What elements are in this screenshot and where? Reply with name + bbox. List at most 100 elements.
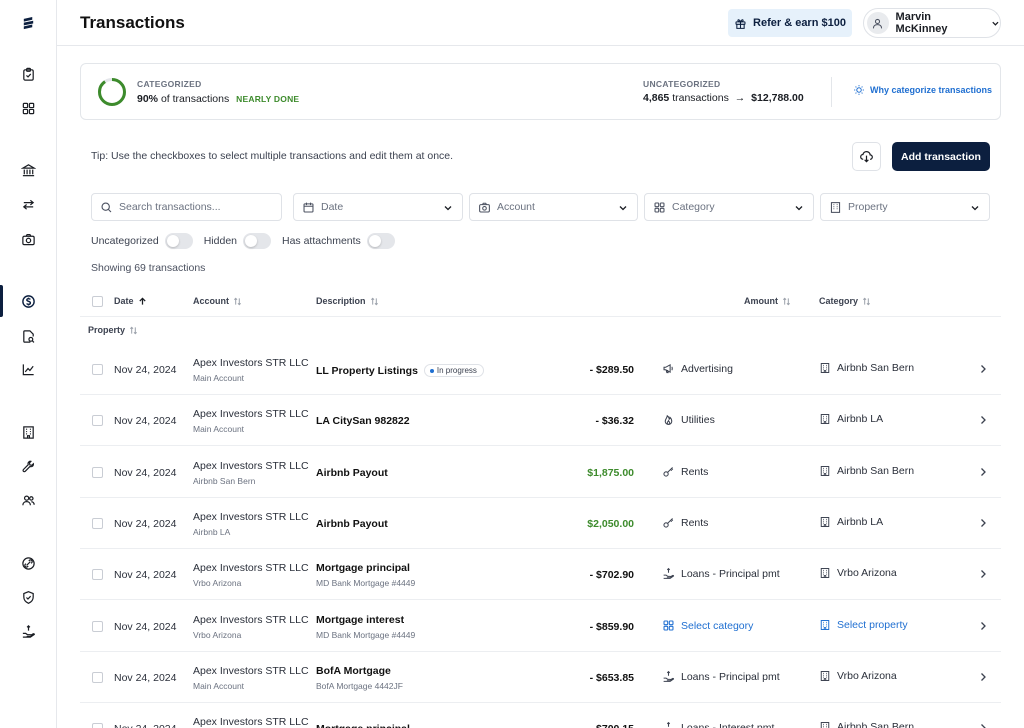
date-filter[interactable]: Date xyxy=(293,193,463,221)
table-row[interactable]: Nov 24, 2024 Apex Investors STR LLC Main A… xyxy=(80,652,1001,703)
transfer-arrows-icon[interactable] xyxy=(17,193,39,215)
row-checkbox[interactable] xyxy=(92,364,103,375)
line-chart-icon[interactable] xyxy=(17,358,39,380)
users-icon[interactable] xyxy=(17,489,39,511)
user-menu[interactable]: Marvin McKinney xyxy=(863,8,1001,38)
flame-icon xyxy=(664,414,673,425)
property-filter[interactable]: Property xyxy=(820,193,990,221)
divider xyxy=(831,77,832,107)
hidden-toggle-label: Hidden xyxy=(203,235,237,247)
hand-coin-icon xyxy=(663,670,675,682)
row-date: Nov 24, 2024 xyxy=(114,364,177,376)
chevron-right-icon[interactable] xyxy=(978,466,988,478)
table-row[interactable]: Nov 24, 2024 Apex Investors STR LLC Airbnb… xyxy=(80,447,1001,498)
column-header-description[interactable]: Description xyxy=(316,296,379,306)
app-logo-icon[interactable] xyxy=(17,12,39,34)
chevron-down-icon xyxy=(795,206,803,211)
cloud-download-icon xyxy=(860,151,873,163)
select-all-checkbox[interactable] xyxy=(92,296,103,307)
building-icon xyxy=(820,414,830,424)
column-header-amount[interactable]: Amount xyxy=(744,296,791,306)
chevron-down-icon xyxy=(992,21,999,26)
building-icon xyxy=(820,722,830,728)
row-checkbox[interactable] xyxy=(92,723,103,728)
user-name: Marvin McKinney xyxy=(895,11,948,35)
row-amount: - $702.90 xyxy=(589,569,634,581)
row-date: Nov 24, 2024 xyxy=(114,415,177,427)
arrow-right-icon: → xyxy=(734,92,746,104)
table-row[interactable]: Nov 24, 2024 Apex Investors STR LLC Mortga… xyxy=(80,703,1001,728)
why-categorize-link[interactable]: Why categorize transactions xyxy=(853,84,992,96)
uncategorized-toggle[interactable] xyxy=(164,233,193,249)
row-checkbox[interactable] xyxy=(92,415,103,426)
row-property[interactable]: Select property xyxy=(819,619,908,631)
table-row[interactable]: Nov 24, 2024 Apex Investors STR LLC Main A… xyxy=(80,344,1001,395)
column-header-date[interactable]: Date xyxy=(114,296,147,306)
row-checkbox[interactable] xyxy=(92,467,103,478)
table-row[interactable]: Nov 24, 2024 Apex Investors STR LLC Airbnb… xyxy=(80,498,1001,549)
account-filter[interactable]: Account xyxy=(469,193,638,221)
category-filter[interactable]: Category xyxy=(644,193,814,221)
chevron-right-icon[interactable] xyxy=(978,363,988,375)
chevron-right-icon[interactable] xyxy=(978,671,988,683)
dollar-circle-icon[interactable] xyxy=(17,290,39,312)
chevron-right-icon[interactable] xyxy=(978,620,988,632)
row-category[interactable]: Select category xyxy=(662,619,753,632)
sort-icon xyxy=(863,297,871,305)
grid-icon[interactable] xyxy=(17,97,39,119)
building-icon xyxy=(830,201,841,213)
shield-check-icon[interactable] xyxy=(17,586,39,608)
row-description: LA CitySan 982822 xyxy=(316,415,410,427)
wrench-icon[interactable] xyxy=(17,455,39,477)
row-sub-account: Main Account xyxy=(193,681,245,691)
table-row[interactable]: Nov 24, 2024 Apex Investors STR LLC Main A… xyxy=(80,395,1001,446)
row-description: Mortgage principal xyxy=(316,562,410,574)
attachments-toggle[interactable] xyxy=(366,233,395,249)
column-header-category[interactable]: Category xyxy=(819,296,871,306)
search-input[interactable] xyxy=(119,201,273,213)
row-category: Rents xyxy=(662,465,708,478)
row-category-label: Loans - Interest pmt xyxy=(681,721,775,728)
row-sub-account: Vrbo Arizona xyxy=(193,630,242,640)
results-count: Showing 69 transactions xyxy=(91,262,206,274)
column-header-account-label: Account xyxy=(193,296,229,306)
link-icon[interactable] xyxy=(17,552,39,574)
refer-earn-button[interactable]: Refer & earn $100 xyxy=(728,9,852,37)
chevron-down-icon xyxy=(619,206,627,211)
sidebar xyxy=(0,0,57,728)
row-property: Airbnb San Bern xyxy=(819,721,914,728)
row-category: Loans - Principal pmt xyxy=(662,670,780,683)
bank-icon[interactable] xyxy=(17,159,39,181)
chevron-right-icon[interactable] xyxy=(978,517,988,529)
download-button[interactable] xyxy=(852,142,881,171)
row-description: Mortgage interest xyxy=(316,614,404,626)
table-row[interactable]: Nov 24, 2024 Apex Investors STR LLC Vrbo A… xyxy=(80,549,1001,600)
building-icon[interactable] xyxy=(17,421,39,443)
chevron-right-icon[interactable] xyxy=(978,722,988,728)
megaphone-icon xyxy=(663,363,673,374)
row-date: Nov 24, 2024 xyxy=(114,518,177,530)
row-checkbox[interactable] xyxy=(92,672,103,683)
camera-icon[interactable] xyxy=(17,228,39,250)
document-search-icon[interactable] xyxy=(17,325,39,347)
table-row[interactable]: Nov 24, 2024 Apex Investors STR LLC Vrbo A… xyxy=(80,601,1001,652)
row-checkbox[interactable] xyxy=(92,518,103,529)
row-checkbox[interactable] xyxy=(92,569,103,580)
row-category-label: Loans - Principal pmt xyxy=(681,670,780,683)
column-header-category-label: Category xyxy=(819,296,859,306)
group-by-property[interactable]: Property xyxy=(88,325,138,335)
add-transaction-button[interactable]: Add transaction xyxy=(892,142,990,171)
row-category-label: Loans - Principal pmt xyxy=(681,567,780,580)
chevron-right-icon[interactable] xyxy=(978,568,988,580)
hidden-toggle[interactable] xyxy=(243,233,271,249)
hand-coin-icon[interactable] xyxy=(17,620,39,642)
row-description-text: Mortgage principal xyxy=(316,562,410,574)
column-header-account[interactable]: Account xyxy=(193,296,242,306)
hand-coin-icon xyxy=(666,721,671,727)
chevron-right-icon[interactable] xyxy=(978,414,988,426)
refer-earn-label: Refer & earn $100 xyxy=(753,17,846,29)
clipboard-check-icon[interactable] xyxy=(17,63,39,85)
search-field[interactable] xyxy=(91,193,282,221)
row-checkbox[interactable] xyxy=(92,621,103,632)
calendar-icon xyxy=(303,202,314,212)
